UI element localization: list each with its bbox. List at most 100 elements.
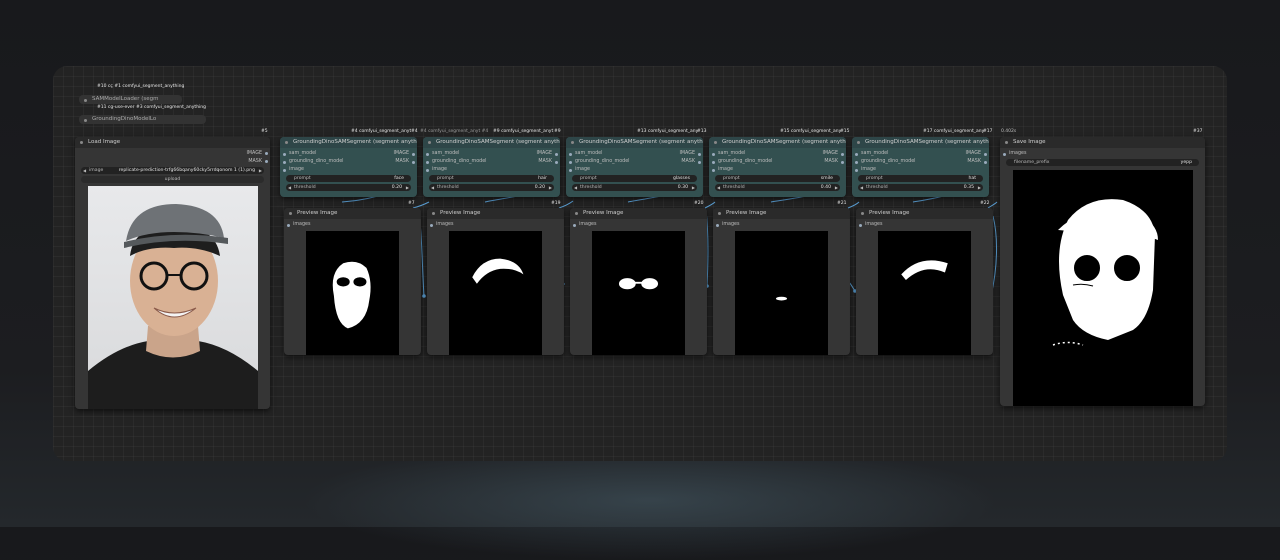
mask-output-pin[interactable] [841, 161, 844, 164]
collapse-dot-icon[interactable] [84, 119, 87, 122]
segment-node[interactable]: GroundingDinoSAMSegment (segment anythin… [280, 137, 417, 197]
arrow-left-icon[interactable]: ◀ [574, 184, 577, 191]
preview-input-pin[interactable] [716, 224, 719, 227]
arrow-right-icon[interactable]: ▶ [835, 184, 838, 191]
collapse-dot-icon[interactable] [718, 212, 721, 215]
segment-node[interactable]: GroundingDinoSAMSegment (segment anythin… [852, 137, 989, 197]
segment-node[interactable]: GroundingDinoSAMSegment (segment anythin… [709, 137, 846, 197]
image-output-pin[interactable] [698, 153, 701, 156]
segment-node[interactable]: GroundingDinoSAMSegment (segment anythin… [566, 137, 703, 197]
save-image-node[interactable]: Save Image images filename_prefix yepp [1000, 137, 1205, 406]
preview-input-pin[interactable] [573, 224, 576, 227]
arrow-left-icon[interactable]: ◀ [717, 184, 720, 191]
collapse-dot-icon[interactable] [84, 99, 87, 102]
arrow-right-icon[interactable]: ▶ [978, 184, 981, 191]
segment-node-title[interactable]: GroundingDinoSAMSegment (segment anythin… [423, 137, 560, 148]
image-output-pin[interactable] [841, 153, 844, 156]
mask-output-pin[interactable] [984, 161, 987, 164]
preview-node-title[interactable]: Preview Image [570, 208, 707, 219]
prompt-widget[interactable]: prompt smile [715, 175, 840, 182]
prompt-widget[interactable]: prompt hat [858, 175, 983, 182]
dino-model-pin[interactable] [426, 161, 429, 164]
collapse-dot-icon[interactable] [857, 141, 860, 144]
segment-node-title[interactable]: GroundingDinoSAMSegment (segment anythin… [566, 137, 703, 148]
sam-model-pin[interactable] [569, 153, 572, 156]
dino-model-pin[interactable] [855, 161, 858, 164]
arrow-right-icon[interactable]: ▶ [549, 184, 552, 191]
collapse-dot-icon[interactable] [1005, 141, 1008, 144]
sam-model-pin[interactable] [712, 153, 715, 156]
preview-image-node[interactable]: Preview Image images [713, 208, 850, 355]
sam-model-pin[interactable] [426, 153, 429, 156]
sam-model-pin[interactable] [855, 153, 858, 156]
image-input-pin[interactable] [712, 169, 715, 172]
image-input-pin[interactable] [569, 169, 572, 172]
sam-model-loader-node[interactable]: SAMModelLoader (segm [79, 95, 182, 104]
arrow-right-icon[interactable]: ▶ [259, 167, 262, 174]
prompt-widget[interactable]: prompt face [286, 175, 411, 182]
threshold-widget[interactable]: ◀ threshold 0.20 ▶ [429, 184, 554, 191]
preview-input-pin[interactable] [430, 224, 433, 227]
dino-model-pin[interactable] [283, 161, 286, 164]
preview-node-title[interactable]: Preview Image [284, 208, 421, 219]
threshold-widget[interactable]: ◀ threshold 0.35 ▶ [858, 184, 983, 191]
preview-image-node[interactable]: Preview Image images [570, 208, 707, 355]
mask-output: MASK [395, 159, 409, 164]
collapse-dot-icon[interactable] [289, 212, 292, 215]
image-output-pin[interactable] [412, 153, 415, 156]
prompt-widget[interactable]: prompt hair [429, 175, 554, 182]
preview-node-title[interactable]: Preview Image [427, 208, 564, 219]
preview-image-node[interactable]: Preview Image images [284, 208, 421, 355]
mask-output-pin[interactable] [698, 161, 701, 164]
save-input-pin[interactable] [1003, 153, 1006, 156]
threshold-widget[interactable]: ◀ threshold 0.30 ▶ [572, 184, 697, 191]
image-input-pin[interactable] [283, 169, 286, 172]
arrow-right-icon[interactable]: ▶ [406, 184, 409, 191]
preview-image-node[interactable]: Preview Image images [856, 208, 993, 355]
collapse-dot-icon[interactable] [571, 141, 574, 144]
mask-output-pin[interactable] [412, 161, 415, 164]
arrow-right-icon[interactable]: ▶ [692, 184, 695, 191]
collapse-dot-icon[interactable] [285, 141, 288, 144]
mask-output-pin[interactable] [555, 161, 558, 164]
collapse-dot-icon[interactable] [575, 212, 578, 215]
segment-node-title[interactable]: GroundingDinoSAMSegment (segment anythin… [852, 137, 989, 148]
segment-node-title[interactable]: GroundingDinoSAMSegment (segment anythin… [280, 137, 417, 148]
preview-image-node[interactable]: Preview Image images [427, 208, 564, 355]
arrow-left-icon[interactable]: ◀ [860, 184, 863, 191]
preview-node-title[interactable]: Preview Image [713, 208, 850, 219]
dino-model-loader-node[interactable]: GroundingDinoModelLo [79, 115, 206, 124]
output-mask-pin[interactable] [265, 160, 268, 163]
collapse-dot-icon[interactable] [432, 212, 435, 215]
sam-model-pin[interactable] [283, 153, 286, 156]
output-image-pin[interactable] [265, 152, 268, 155]
collapse-dot-icon[interactable] [861, 212, 864, 215]
image-output-pin[interactable] [555, 153, 558, 156]
image-output-pin[interactable] [984, 153, 987, 156]
collapse-dot-icon[interactable] [428, 141, 431, 144]
image-input-pin[interactable] [426, 169, 429, 172]
dino-model-pin[interactable] [712, 161, 715, 164]
segment-node[interactable]: GroundingDinoSAMSegment (segment anythin… [423, 137, 560, 197]
save-image-title[interactable]: Save Image [1000, 137, 1205, 148]
prompt-widget[interactable]: prompt glasses [572, 175, 697, 182]
collapse-dot-icon[interactable] [714, 141, 717, 144]
load-image-title[interactable]: Load Image [75, 137, 270, 148]
segment-node-title[interactable]: GroundingDinoSAMSegment (segment anythin… [709, 137, 846, 148]
dino-model-pin[interactable] [569, 161, 572, 164]
threshold-widget[interactable]: ◀ threshold 0.20 ▶ [286, 184, 411, 191]
collapse-dot-icon[interactable] [80, 141, 83, 144]
preview-input-pin[interactable] [287, 224, 290, 227]
arrow-left-icon[interactable]: ◀ [288, 184, 291, 191]
arrow-left-icon[interactable]: ◀ [431, 184, 434, 191]
filename-prefix-widget[interactable]: filename_prefix yepp [1006, 159, 1199, 166]
image-combo-widget[interactable]: ◀ image replicate-prediction-trfg66bqany… [81, 167, 264, 174]
preview-node-title[interactable]: Preview Image [856, 208, 993, 219]
image-input-pin[interactable] [855, 169, 858, 172]
load-image-node[interactable]: Load Image IMAGE MASK ◀ image replicate-… [75, 137, 270, 409]
arrow-left-icon[interactable]: ◀ [83, 167, 86, 174]
threshold-widget[interactable]: ◀ threshold 0.40 ▶ [715, 184, 840, 191]
upload-button[interactable]: upload [81, 176, 264, 183]
graph-canvas[interactable]: #10 cç #1 comfyui_segment_anything SAMMo… [53, 66, 1227, 461]
preview-input-pin[interactable] [859, 224, 862, 227]
